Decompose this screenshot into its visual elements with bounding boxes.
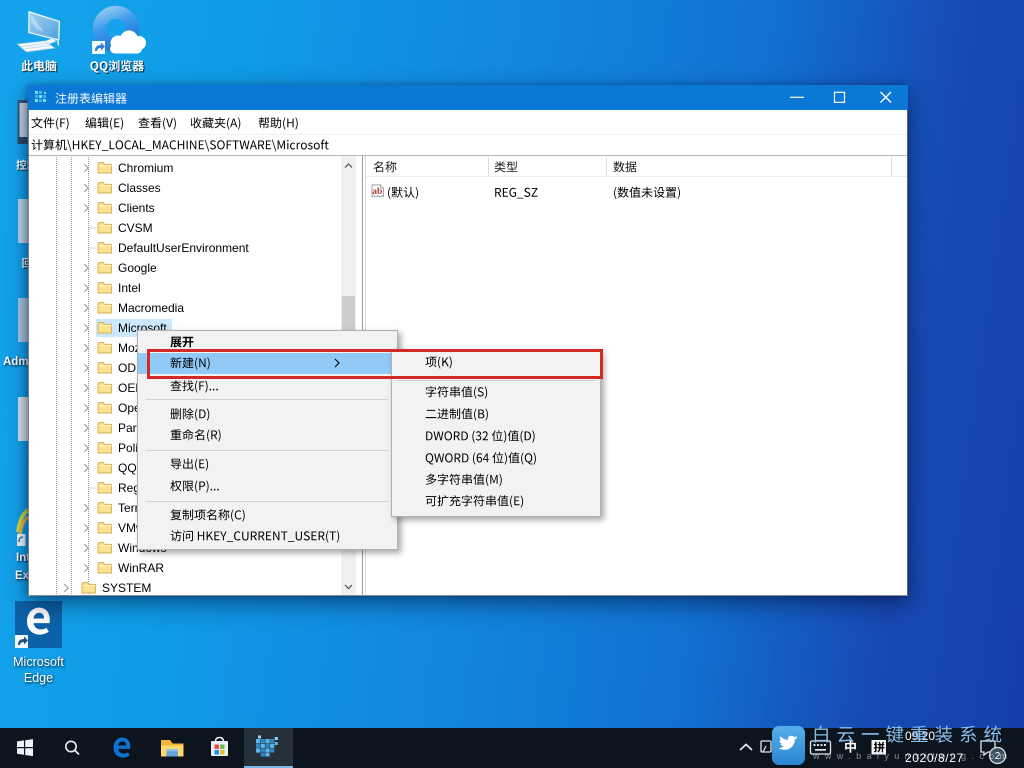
svg-text:ab: ab <box>372 187 382 197</box>
